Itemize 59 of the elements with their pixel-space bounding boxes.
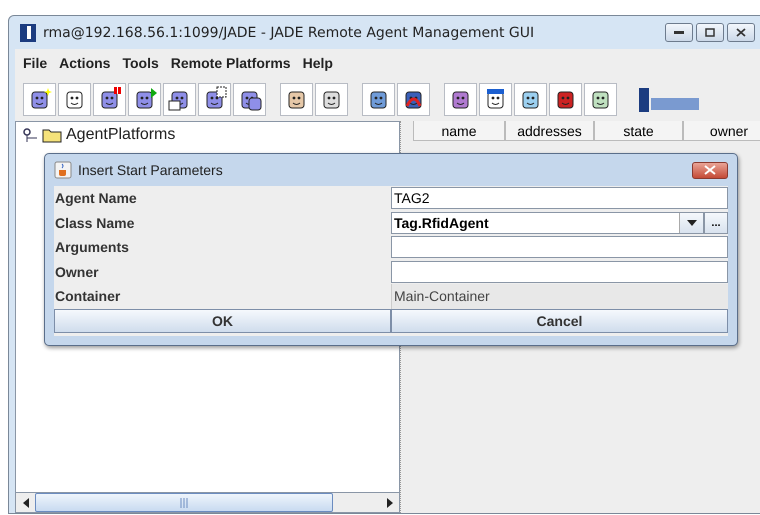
field-label: Arguments [54, 238, 130, 258]
caret-icon [686, 220, 696, 226]
menu-item[interactable]: Tools [122, 55, 159, 71]
grip-icon [180, 498, 188, 508]
app-logo-icon [19, 22, 37, 42]
class-name-dropdown[interactable]: Tag.RfidAgent [391, 212, 704, 234]
ok-button[interactable]: OK [54, 308, 391, 332]
close-button[interactable] [692, 162, 728, 178]
toolbar-button[interactable] [163, 82, 196, 116]
toolbar-button[interactable] [233, 82, 266, 116]
toolbar-button[interactable] [362, 82, 395, 116]
maximize-icon [705, 28, 715, 37]
tree-item[interactable]: AgentPlatforms [66, 126, 176, 144]
toolbar-button[interactable] [198, 82, 231, 116]
menu-item[interactable]: File [23, 55, 48, 71]
field-label: Class Name [54, 214, 136, 233]
menu-item[interactable]: Remote Platforms [170, 55, 291, 71]
toolbar-button[interactable] [514, 82, 547, 116]
dropdown-button[interactable] [679, 212, 703, 232]
folder-icon [42, 127, 62, 143]
toolbar-button[interactable] [23, 82, 56, 116]
field-label: Agent Name [54, 189, 138, 208]
close-icon [704, 165, 716, 175]
field-label: Owner [54, 262, 100, 282]
menu-item[interactable]: Actions [59, 55, 110, 71]
toolbar-button[interactable] [58, 82, 91, 116]
column-header[interactable]: owner [683, 121, 760, 141]
column-header[interactable]: addresses [505, 121, 594, 141]
left-arrow-icon [22, 498, 30, 508]
dialog-title: Insert Start Parameters [78, 162, 223, 178]
menu-item[interactable]: Help [302, 55, 333, 71]
scrollbar-thumb[interactable] [35, 493, 333, 512]
toolbar-button[interactable] [315, 82, 348, 116]
column-header[interactable]: state [594, 121, 683, 141]
toolbar-button[interactable] [93, 82, 126, 116]
toolbar-button[interactable] [444, 82, 477, 116]
toolbar-button[interactable] [280, 82, 313, 116]
tree-expanded-handle-icon[interactable] [22, 128, 38, 142]
close-icon [736, 28, 746, 37]
column-header[interactable]: name [413, 121, 505, 141]
toolbar-button[interactable] [584, 82, 617, 116]
right-arrow-icon [386, 498, 394, 508]
minimize-button[interactable] [665, 23, 693, 42]
toolbar-button[interactable] [479, 82, 512, 116]
cancel-button[interactable]: Cancel [391, 308, 728, 332]
maximize-button[interactable] [696, 23, 724, 42]
window-title: rma@192.168.56.1:1099/JADE - JADE Remote Agent Management GUI [43, 24, 534, 40]
toolbar-button[interactable] [128, 82, 161, 116]
text-field[interactable]: TAG2 [391, 187, 728, 209]
field-value: Main-Container [391, 284, 728, 308]
cup-icon [54, 161, 72, 179]
field-label: Container [54, 287, 122, 306]
text-field[interactable] [391, 260, 728, 282]
text-field[interactable] [391, 236, 728, 258]
minimize-icon [674, 30, 684, 34]
close-button[interactable] [727, 23, 755, 42]
toolbar-button[interactable] [397, 82, 430, 116]
toolbar-button[interactable] [549, 82, 582, 116]
browse-button[interactable]: ... [704, 212, 728, 234]
